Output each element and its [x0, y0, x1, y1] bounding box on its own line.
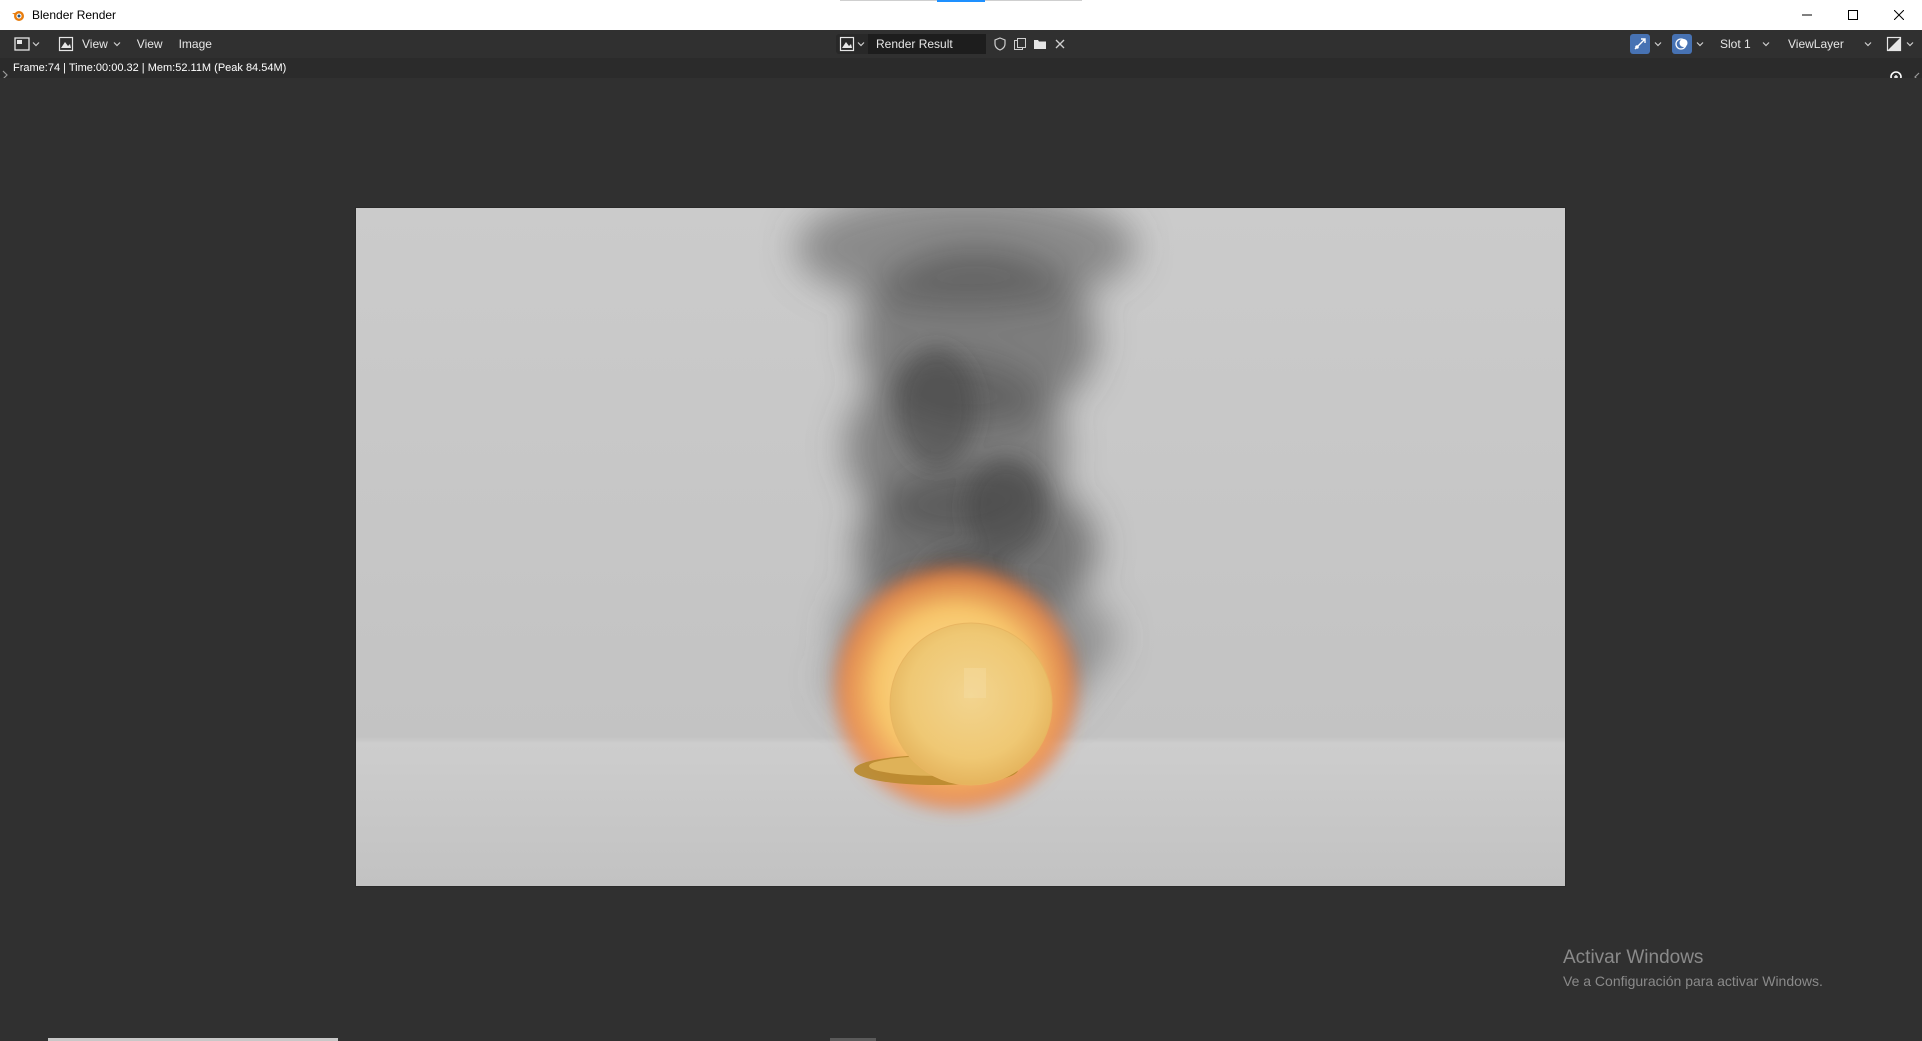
window-controls [1784, 0, 1922, 30]
gizmo-toggle[interactable] [1630, 34, 1662, 54]
taskbar-active-indicator [937, 0, 985, 2]
window-title: Blender Render [32, 8, 117, 22]
image-browse-icon [839, 36, 855, 52]
browse-image-button[interactable] [836, 34, 868, 54]
slot-dropdown[interactable]: Slot 1 [1714, 34, 1776, 54]
folder-icon [1034, 40, 1046, 49]
render-info-bar: Frame:74 | Time:00:00.32 | Mem:52.11M (P… [0, 58, 1922, 78]
taskbar-hint-line [985, 0, 1082, 1]
menu-image[interactable]: Image [171, 33, 220, 55]
chevron-down-icon [1906, 42, 1914, 47]
overlay-icon [1675, 38, 1688, 50]
display-channels-icon [1886, 36, 1902, 52]
image-editor-header: View View Image Render Result Slot 1 Vie… [0, 30, 1922, 59]
chevron-down-icon [1654, 42, 1662, 47]
chevron-down-icon [857, 42, 865, 47]
header-right-tools: Slot 1 ViewLayer [1630, 33, 1918, 55]
new-image-button[interactable] [1010, 34, 1030, 54]
editor-type-button[interactable] [10, 33, 44, 55]
close-icon [1894, 10, 1904, 20]
image-editor-icon [14, 37, 30, 51]
view-layer-label: ViewLayer [1788, 37, 1844, 51]
gizmo-icon [1634, 38, 1646, 50]
minimize-icon [1802, 14, 1812, 16]
image-operations [990, 34, 1070, 54]
close-icon [1055, 39, 1065, 49]
menu-view[interactable]: View [129, 33, 171, 55]
chevron-down-icon [113, 42, 121, 47]
image-name-field[interactable]: Render Result [868, 34, 986, 54]
duplicate-icon [1014, 38, 1026, 50]
overlay-toggle[interactable] [1672, 34, 1704, 54]
image-view-icon [58, 36, 74, 52]
watermark-title: Activar Windows [1563, 947, 1704, 968]
render-result-image [355, 207, 1566, 887]
taskbar-hint-line [840, 0, 937, 1]
windows-activation-watermark: Activar Windows Ve a Configuración para … [1563, 947, 1823, 989]
open-image-button[interactable] [1030, 34, 1050, 54]
maximize-button[interactable] [1830, 0, 1876, 30]
view-layer-dropdown[interactable]: ViewLayer [1782, 34, 1878, 54]
chevron-down-icon [32, 42, 40, 47]
view-mode-label: View [82, 37, 108, 51]
chevron-down-icon [1762, 42, 1770, 47]
chevron-down-icon [1696, 42, 1704, 47]
view-mode-dropdown[interactable]: View [54, 33, 125, 55]
unlink-image-button[interactable] [1050, 34, 1070, 54]
image-datablock-selector: Render Result [836, 33, 1070, 55]
display-channels-icon-box [1884, 34, 1904, 54]
maximize-icon [1848, 10, 1858, 20]
overlay-icon-box [1672, 34, 1692, 54]
display-channels-dropdown[interactable] [1884, 34, 1914, 54]
blender-logo-icon [10, 7, 26, 23]
gizmo-icon-box [1630, 34, 1650, 54]
chevron-down-icon [1864, 42, 1872, 47]
rendered-smoke-fire-scene [356, 208, 1565, 886]
render-stats-text: Frame:74 | Time:00:00.32 | Mem:52.11M (P… [13, 62, 287, 74]
fake-user-button[interactable] [990, 34, 1010, 54]
close-button[interactable] [1876, 0, 1922, 30]
slot-label: Slot 1 [1720, 37, 1751, 51]
window-title-bar: Blender Render [0, 0, 1922, 30]
minimize-button[interactable] [1784, 0, 1830, 30]
burning-sphere [889, 622, 1053, 786]
watermark-subtitle: Ve a Configuración para activar Windows. [1563, 973, 1823, 989]
shield-icon [994, 37, 1006, 51]
